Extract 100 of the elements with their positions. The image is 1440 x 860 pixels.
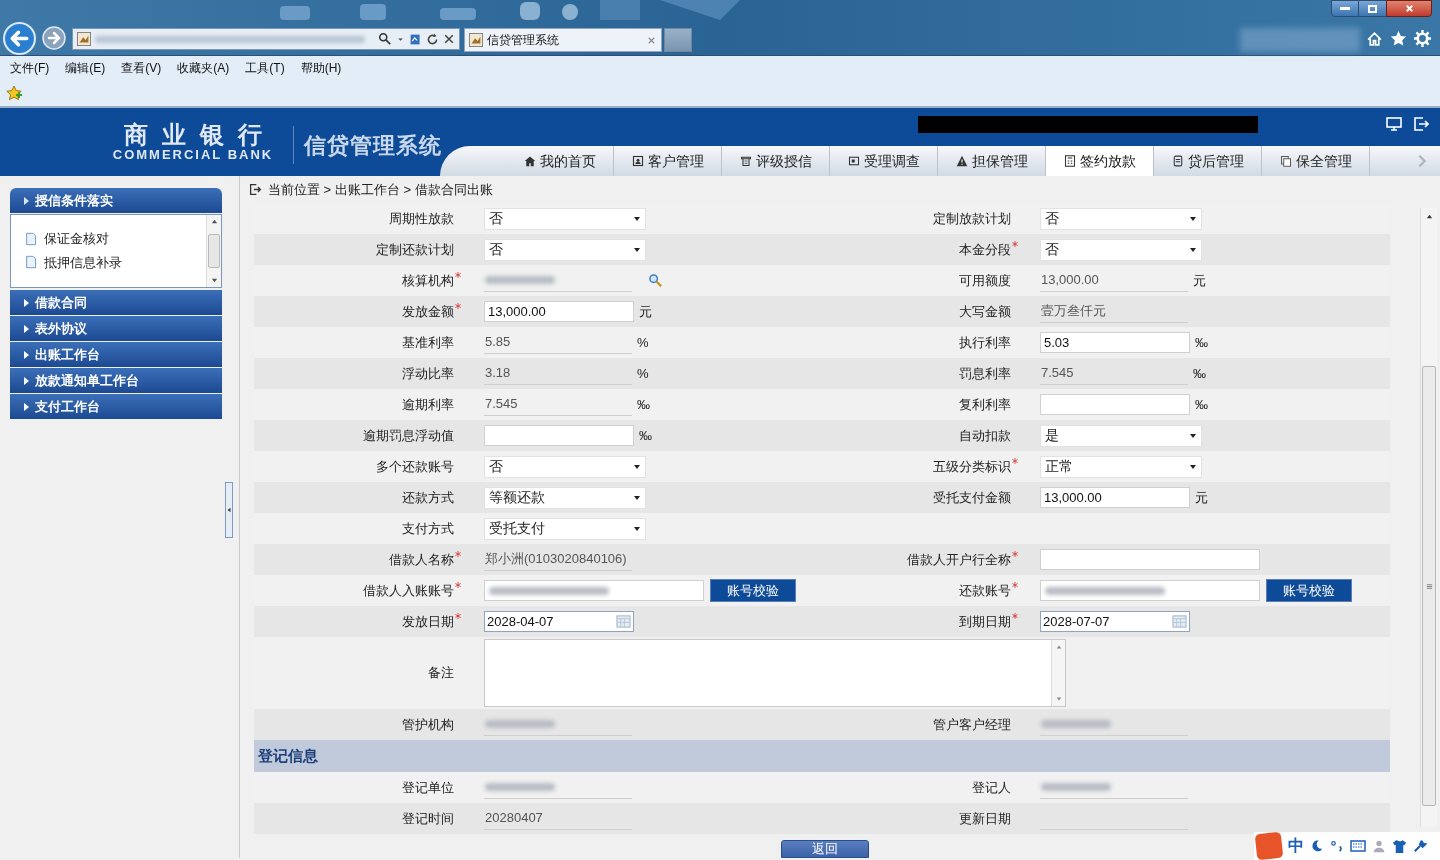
- input-field[interactable]: [1040, 580, 1260, 601]
- shirt-icon[interactable]: [1392, 838, 1407, 854]
- select-field[interactable]: 否: [484, 455, 646, 478]
- required-icon: [455, 303, 461, 309]
- browser-tab[interactable]: 信贷管理系统: [464, 28, 662, 52]
- nav-tab[interactable]: 贷后管理: [1154, 146, 1262, 176]
- menu-item[interactable]: 收藏夹(A): [177, 59, 230, 77]
- menu-item[interactable]: 文件(F): [10, 59, 50, 77]
- stop-icon[interactable]: [443, 33, 455, 45]
- nav-tab[interactable]: 受理调查: [830, 146, 938, 176]
- sidebar-section-header[interactable]: 支付工作台: [10, 394, 222, 419]
- select-field[interactable]: 是: [1040, 424, 1202, 447]
- select-field[interactable]: 否: [484, 238, 646, 261]
- sidebar-section-header[interactable]: 放款通知单工作台: [10, 368, 222, 393]
- select-field[interactable]: 否: [1040, 238, 1202, 261]
- input-mode[interactable]: 中: [1288, 834, 1304, 858]
- field-label: 多个还款账号: [376, 457, 454, 476]
- scroll-down-icon[interactable]: [1055, 696, 1062, 702]
- scroll-thumb[interactable]: [208, 234, 220, 268]
- dropdown-arrow-icon: [1189, 431, 1197, 440]
- search-icon[interactable]: [378, 32, 392, 46]
- return-button[interactable]: 返回: [781, 840, 869, 858]
- verify-account-button[interactable]: 账号校验: [710, 579, 796, 602]
- field-label: 发放金额: [402, 302, 454, 321]
- sidebar-section-header[interactable]: 借款合同: [10, 290, 222, 315]
- scroll-up-icon[interactable]: [210, 218, 218, 225]
- sidebar-section-header[interactable]: 授信条件落实: [10, 188, 222, 213]
- scroll-down-icon[interactable]: [210, 277, 218, 284]
- select-field[interactable]: 否: [484, 207, 646, 230]
- sidebar-section-header[interactable]: 表外协议: [10, 316, 222, 341]
- dropdown-arrow-icon: [633, 524, 641, 533]
- scrollbar[interactable]: [206, 215, 221, 287]
- page-icon: [469, 33, 483, 47]
- refresh-icon[interactable]: [426, 32, 439, 46]
- scrollbar[interactable]: [1420, 208, 1437, 826]
- input-field[interactable]: 13,000.00: [1040, 487, 1190, 508]
- image-icon: [847, 155, 860, 167]
- restore-button[interactable]: [1359, 0, 1386, 17]
- monitor-icon[interactable]: [1386, 116, 1402, 132]
- keyboard-icon[interactable]: [1350, 838, 1366, 854]
- menu-item[interactable]: 帮助(H): [300, 59, 342, 77]
- logo-name: 商业银行: [123, 122, 276, 148]
- dropdown-arrow-icon: [633, 493, 641, 502]
- expand-arrow-icon: [22, 323, 30, 334]
- input-field[interactable]: [484, 425, 634, 446]
- readonly-field: 13,000.00: [1040, 269, 1188, 292]
- forward-button[interactable]: [42, 26, 66, 50]
- nav-tab[interactable]: 签约放款: [1046, 146, 1154, 176]
- field-label: 本金分段: [959, 240, 1011, 259]
- ime-toolbar[interactable]: 中: [1254, 832, 1440, 860]
- date-field[interactable]: 2028-07-07: [1040, 611, 1190, 632]
- select-field[interactable]: 等额还款: [484, 486, 646, 509]
- scrollbar[interactable]: [1051, 640, 1065, 706]
- textarea-field[interactable]: [484, 639, 1066, 707]
- input-field[interactable]: [1040, 394, 1190, 415]
- field-label: 基准利率: [402, 333, 454, 352]
- sidebar-link[interactable]: 保证金核对: [25, 229, 206, 249]
- input-field[interactable]: 5.03: [1040, 332, 1190, 353]
- nav-tab[interactable]: 我的首页: [506, 146, 614, 176]
- field-label: 逾期罚息浮动值: [363, 426, 454, 445]
- home-icon: [523, 155, 536, 167]
- logo-subtitle: COMMERCIAL BANK: [112, 148, 274, 162]
- scroll-thumb[interactable]: [1422, 366, 1436, 806]
- home-icon[interactable]: [1366, 30, 1383, 47]
- scroll-up-icon[interactable]: [1425, 213, 1433, 220]
- settings-icon[interactable]: [1414, 30, 1431, 47]
- expand-arrow-icon: [22, 297, 30, 308]
- select-field[interactable]: 否: [1040, 207, 1202, 230]
- input-field[interactable]: [484, 580, 704, 601]
- favorites-icon[interactable]: [1390, 30, 1407, 47]
- splitter-handle[interactable]: [225, 482, 233, 538]
- wrench-icon[interactable]: [1413, 839, 1427, 853]
- field-label: 支付方式: [402, 519, 454, 538]
- readonly-field: 7.545: [484, 393, 632, 416]
- nav-tab[interactable]: 保全管理: [1262, 146, 1370, 176]
- close-button[interactable]: [1386, 0, 1432, 17]
- sidebar-section-header[interactable]: 出账工作台: [10, 342, 222, 367]
- location-icon: [249, 183, 262, 196]
- menu-item[interactable]: 编辑(E): [65, 59, 106, 77]
- verify-account-button[interactable]: 账号校验: [1266, 579, 1352, 602]
- nav-tab[interactable]: 客户管理: [614, 146, 722, 176]
- moon-icon[interactable]: [1310, 839, 1324, 853]
- select-field[interactable]: 正常: [1040, 455, 1202, 478]
- date-field[interactable]: 2028-04-07: [484, 611, 634, 632]
- minimize-button[interactable]: [1331, 0, 1359, 17]
- required-icon: [455, 613, 461, 619]
- back-button[interactable]: [3, 22, 36, 55]
- input-field[interactable]: [1040, 549, 1260, 570]
- menu-item[interactable]: 查看(V): [121, 59, 162, 77]
- unit-label: 元: [639, 302, 652, 321]
- sidebar-link[interactable]: 抵押信息补录: [25, 252, 206, 272]
- punctuation-icon[interactable]: [1330, 839, 1344, 853]
- blurred-value: [485, 720, 555, 728]
- menu-item[interactable]: 工具(T): [245, 59, 285, 77]
- user-icon[interactable]: [1372, 839, 1386, 853]
- input-field[interactable]: 13,000.00: [484, 301, 634, 322]
- logout-icon[interactable]: [1413, 116, 1429, 132]
- add-favorite-icon[interactable]: [6, 85, 22, 101]
- nav-tab[interactable]: 评级授信: [722, 146, 830, 176]
- select-field[interactable]: 受托支付: [484, 517, 646, 540]
